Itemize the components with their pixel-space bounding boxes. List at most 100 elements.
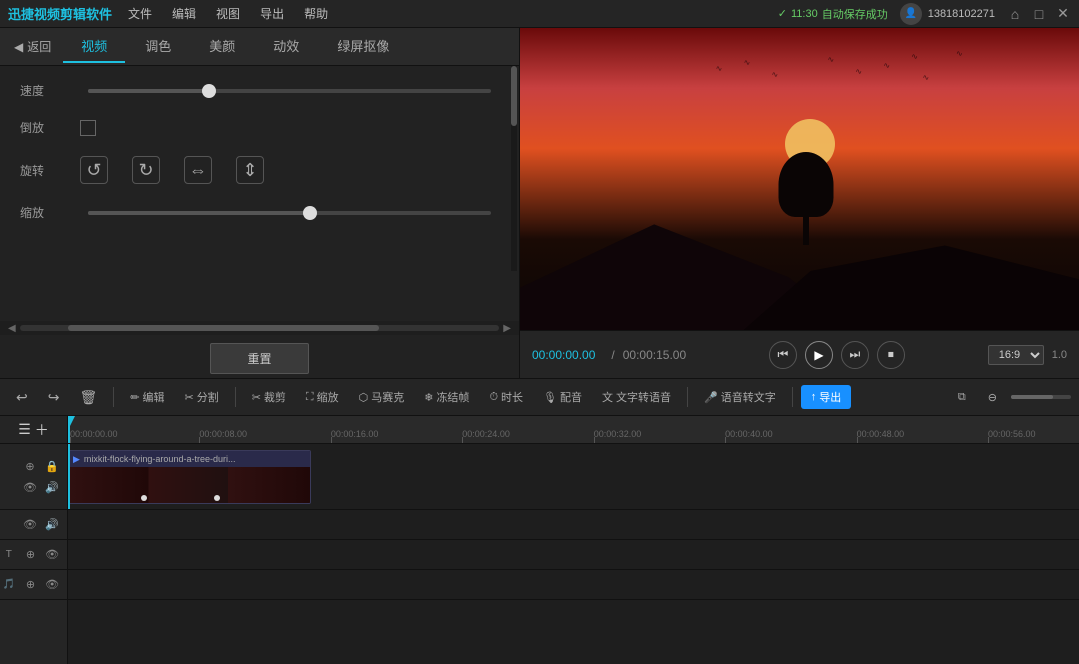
speed-slider[interactable] (88, 89, 491, 93)
sub3-add[interactable]: ⊕ (22, 576, 40, 594)
redo-button[interactable]: ↪ (40, 385, 68, 410)
undo-button[interactable]: ↩ (8, 385, 36, 410)
scroll-right-arrow[interactable]: ▶ (499, 323, 515, 334)
video-clip[interactable]: ▶ mixkit-flock-flying-around-a-tree-duri… (68, 450, 311, 504)
menu-help[interactable]: 帮助 (304, 5, 328, 22)
stop-button[interactable]: ⏹ (877, 341, 905, 369)
sub1-sound[interactable]: 🔊 (43, 516, 61, 534)
timeline-section: ↩ ↪ 🗑 ✏ 编辑 ✂ 分割 ✂ 裁剪 ⛶ 缩放 ⬡ 马赛克 (0, 378, 1079, 664)
save-status: ✓ 11:30 自动保存成功 (778, 6, 888, 22)
clip-dot-2 (214, 495, 220, 501)
rotate-cw-button[interactable]: ↻ (132, 156, 160, 184)
back-label: 返回 (27, 38, 51, 55)
prev-button[interactable]: ⏮ (769, 341, 797, 369)
reverse-checkbox[interactable] (80, 120, 96, 136)
sub1-eye[interactable]: 👁 (21, 516, 39, 534)
scroll-track[interactable] (20, 325, 500, 331)
flip-v-button[interactable]: ⇕ (236, 156, 264, 184)
scrollbar-thumb[interactable] (511, 66, 517, 126)
subtitle-label: 文字转语音 (616, 389, 671, 405)
rotate-row: 旋转 ↺ ↻ ⇔ ⇕ (20, 156, 499, 184)
split-button[interactable]: ✂ 分割 (176, 385, 226, 409)
freeze-label: 冻结帧 (436, 389, 469, 405)
sub2-text[interactable]: T (0, 546, 18, 564)
back-button[interactable]: ◀ 返回 (4, 34, 61, 59)
track-eye-button[interactable]: 👁 (21, 478, 39, 496)
sub2-eye[interactable]: 👁 (43, 546, 61, 564)
tab-color[interactable]: 调色 (127, 30, 189, 63)
subtitle-button[interactable]: 文 文字转语音 (594, 385, 679, 409)
aspect-ratio-select[interactable]: 16:9 9:16 4:3 1:1 (988, 345, 1044, 365)
track-header: ☰ ＋ (0, 416, 67, 444)
audio-icon: 🎙 (543, 391, 557, 404)
properties-panel: 速度 倒放 旋转 ↺ ↻ ⇔ ⇕ (0, 66, 519, 321)
sub3-icon[interactable]: 🎵 (0, 576, 18, 594)
audio-button[interactable]: 🎙 配音 (535, 385, 590, 409)
track-mute-button[interactable]: 🔊 (43, 478, 61, 496)
tab-beauty[interactable]: 美颜 (191, 30, 253, 63)
ruler-4: 00:00:32.00 (594, 429, 642, 439)
zoom-icon: ⛶ (306, 391, 314, 404)
vertical-scrollbar[interactable] (511, 66, 517, 271)
menu-file[interactable]: 文件 (128, 5, 152, 22)
tick-5 (725, 437, 726, 443)
duration-button[interactable]: ⏱ 时长 (481, 385, 531, 409)
time-separator: / (611, 348, 614, 362)
track-add-button[interactable]: ⊕ (21, 457, 39, 475)
menu-view[interactable]: 视图 (216, 5, 240, 22)
menu-export[interactable]: 导出 (260, 5, 284, 22)
tab-chroma[interactable]: 绿屏抠像 (319, 30, 407, 63)
voice-button[interactable]: 🎤 语音转文字 (696, 385, 784, 409)
pip-icon: ⧉ (958, 391, 966, 404)
track-lock-button[interactable]: 🔒 (43, 457, 61, 475)
flip-h-button[interactable]: ⇔ (184, 156, 212, 184)
maximize-button[interactable]: □ (1031, 6, 1047, 22)
sub-track-1 (68, 510, 1079, 540)
sub2-add[interactable]: ⊕ (22, 546, 40, 564)
bird-1: ∿ (716, 64, 723, 73)
tick-2 (331, 437, 332, 443)
tick-4 (594, 437, 595, 443)
tab-video[interactable]: 视频 (63, 30, 125, 63)
ruler-7: 00:00:56.00 (988, 429, 1036, 439)
menu-edit[interactable]: 编辑 (172, 5, 196, 22)
play-button[interactable]: ▶ (805, 341, 833, 369)
scroll-thumb[interactable] (68, 325, 380, 331)
sub3-eye[interactable]: 👁 (43, 576, 61, 594)
save-time: 11:30 (791, 8, 818, 20)
mask-button[interactable]: ⬡ 马赛克 (351, 385, 413, 409)
zoom-button[interactable]: ⛶ 缩放 (298, 385, 347, 409)
ruler-3: 00:00:24.00 (462, 429, 510, 439)
redo-icon: ↪ (48, 389, 60, 406)
trim-button[interactable]: ✂ 裁剪 (244, 385, 294, 409)
freeze-button[interactable]: ❄ 冻结帧 (416, 385, 477, 409)
next-button[interactable]: ⏭ (841, 341, 869, 369)
bird-6: ∿ (883, 61, 890, 70)
edit-button[interactable]: ✏ 编辑 (122, 385, 172, 409)
rotate-ccw-button[interactable]: ↺ (80, 156, 108, 184)
clip-title: mixkit-flock-flying-around-a-tree-duri..… (84, 454, 236, 464)
bird-3: ∿ (772, 70, 779, 79)
user-info[interactable]: 👤 13818102271 (900, 3, 995, 25)
menu-items: 文件 编辑 视图 导出 帮助 (128, 5, 328, 22)
scroll-left-arrow[interactable]: ◀ (4, 323, 20, 334)
playhead-ruler (68, 416, 70, 443)
split-label: 分割 (197, 389, 219, 405)
reset-button[interactable]: 重置 (210, 343, 308, 374)
toolbar-sep-2 (235, 387, 236, 407)
add-track-icon[interactable]: ＋ (35, 420, 49, 440)
zoom-slider[interactable] (1011, 395, 1071, 399)
save-check-icon: ✓ (778, 7, 787, 20)
zoom-out-button[interactable]: ⊖ (980, 387, 1005, 408)
scale-row: 缩放 (20, 204, 499, 221)
home-button[interactable]: ⌂ (1007, 6, 1023, 22)
pip-button[interactable]: ⧉ (950, 387, 974, 408)
close-button[interactable]: ✕ (1055, 6, 1071, 22)
playback-right: 16:9 9:16 4:3 1:1 1.0 (988, 345, 1067, 365)
delete-button[interactable]: 🗑 (71, 385, 105, 410)
video-track: ▶ mixkit-flock-flying-around-a-tree-duri… (68, 444, 1079, 510)
scale-slider[interactable] (88, 211, 491, 215)
tab-effects[interactable]: 动效 (255, 30, 317, 63)
export-button[interactable]: ↑ 导出 (801, 385, 852, 409)
preview-image: ∿ ∿ ∿ ∿ ∿ ∿ ∿ ∿ ∿ (520, 28, 1079, 330)
